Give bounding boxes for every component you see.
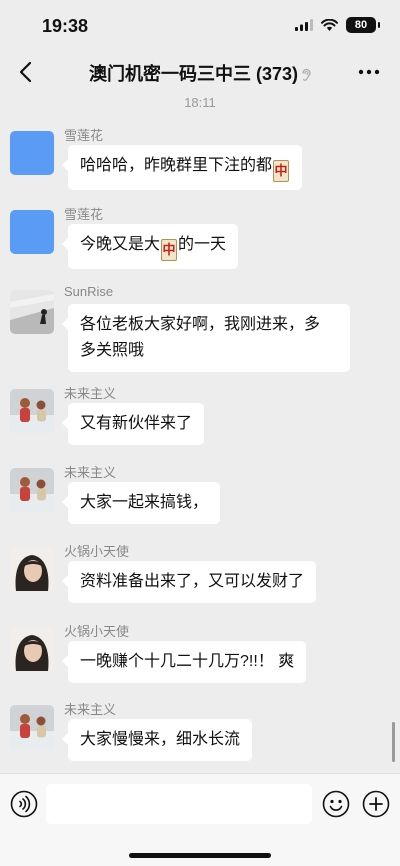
back-icon[interactable] bbox=[14, 58, 38, 86]
sender-name: 未来主义 bbox=[64, 465, 117, 480]
message-input[interactable] bbox=[46, 784, 312, 824]
avatar[interactable] bbox=[10, 131, 54, 175]
message-text: 一晚赚个十几二十几万?!!！ 爽 bbox=[80, 653, 295, 670]
sender-name: 雪莲花 bbox=[64, 128, 104, 143]
message-text: 大家一起来搞钱， bbox=[80, 494, 209, 511]
sender-name: 火锅小天使 bbox=[64, 624, 130, 639]
mahjong-tile-icon: 中 bbox=[161, 239, 178, 261]
sender-name: 火锅小天使 bbox=[64, 544, 130, 559]
avatar[interactable] bbox=[10, 389, 54, 433]
chat-title-text: 澳门机密一码三中三 (373) bbox=[88, 64, 299, 84]
sender-name: 未来主义 bbox=[64, 386, 117, 401]
message-bubble[interactable]: 资料准备出来了，又可以发财了 bbox=[61, 561, 317, 603]
sender-name: SunRise bbox=[64, 284, 114, 299]
signal-icon bbox=[295, 19, 313, 31]
message-bubble[interactable]: 哈哈哈，昨晚群里下注的都中 bbox=[61, 145, 303, 190]
nav-bar: 澳门机密一码三中三 (373) bbox=[0, 52, 400, 92]
wifi-icon bbox=[321, 19, 338, 31]
ear-icon bbox=[301, 68, 311, 82]
battery-icon: 80 bbox=[346, 17, 380, 33]
message-bubble[interactable]: 一晚赚个十几二十几万?!!！ 爽 bbox=[61, 641, 307, 683]
avatar[interactable] bbox=[10, 547, 54, 591]
voice-icon[interactable] bbox=[10, 790, 38, 818]
message-text: 今晚又是大 bbox=[80, 236, 161, 253]
mahjong-tile-icon: 中 bbox=[273, 160, 290, 182]
home-indicator bbox=[129, 853, 271, 858]
chat-title: 澳门机密一码三中三 (373) bbox=[60, 60, 340, 86]
sender-name: 未来主义 bbox=[64, 702, 117, 717]
status-time: 19:38 bbox=[42, 16, 89, 36]
sender-name: 雪莲花 bbox=[64, 207, 104, 222]
message-text: 的一天 bbox=[178, 236, 227, 253]
message-text: 多关照哦 bbox=[80, 342, 145, 359]
message-text: 又有新伙伴来了 bbox=[80, 415, 193, 432]
message-text: 哈哈哈，昨晚群里下注的都 bbox=[80, 157, 273, 174]
emoji-icon[interactable] bbox=[322, 790, 350, 818]
message-text: 资料准备出来了，又可以发财了 bbox=[80, 573, 305, 590]
message-text: 大家慢慢来，细水长流 bbox=[80, 731, 241, 748]
message-bubble[interactable]: 各位老板大家好啊，我刚进来，多 多关照哦 bbox=[62, 304, 350, 372]
message-text: 各位老板大家好啊，我刚进来，多 bbox=[80, 316, 321, 333]
status-icons: 80 bbox=[295, 17, 380, 33]
avatar[interactable] bbox=[10, 705, 54, 749]
message-bubble[interactable]: 又有新伙伴来了 bbox=[61, 403, 205, 445]
status-bar: 19:38 80 bbox=[0, 0, 400, 52]
message-bubble[interactable]: 大家慢慢来，细水长流 bbox=[61, 719, 253, 761]
message-bubble[interactable]: 大家一起来搞钱， bbox=[61, 482, 221, 524]
avatar[interactable] bbox=[10, 210, 54, 254]
more-icon[interactable] bbox=[356, 62, 382, 82]
scrollbar[interactable] bbox=[392, 722, 395, 762]
chat-timestamp: 18:11 bbox=[184, 95, 216, 110]
plus-icon[interactable] bbox=[362, 790, 390, 818]
avatar[interactable] bbox=[10, 468, 54, 512]
message-bubble[interactable]: 今晚又是大中的一天 bbox=[61, 224, 239, 269]
avatar[interactable] bbox=[10, 627, 54, 671]
avatar[interactable] bbox=[10, 290, 54, 334]
